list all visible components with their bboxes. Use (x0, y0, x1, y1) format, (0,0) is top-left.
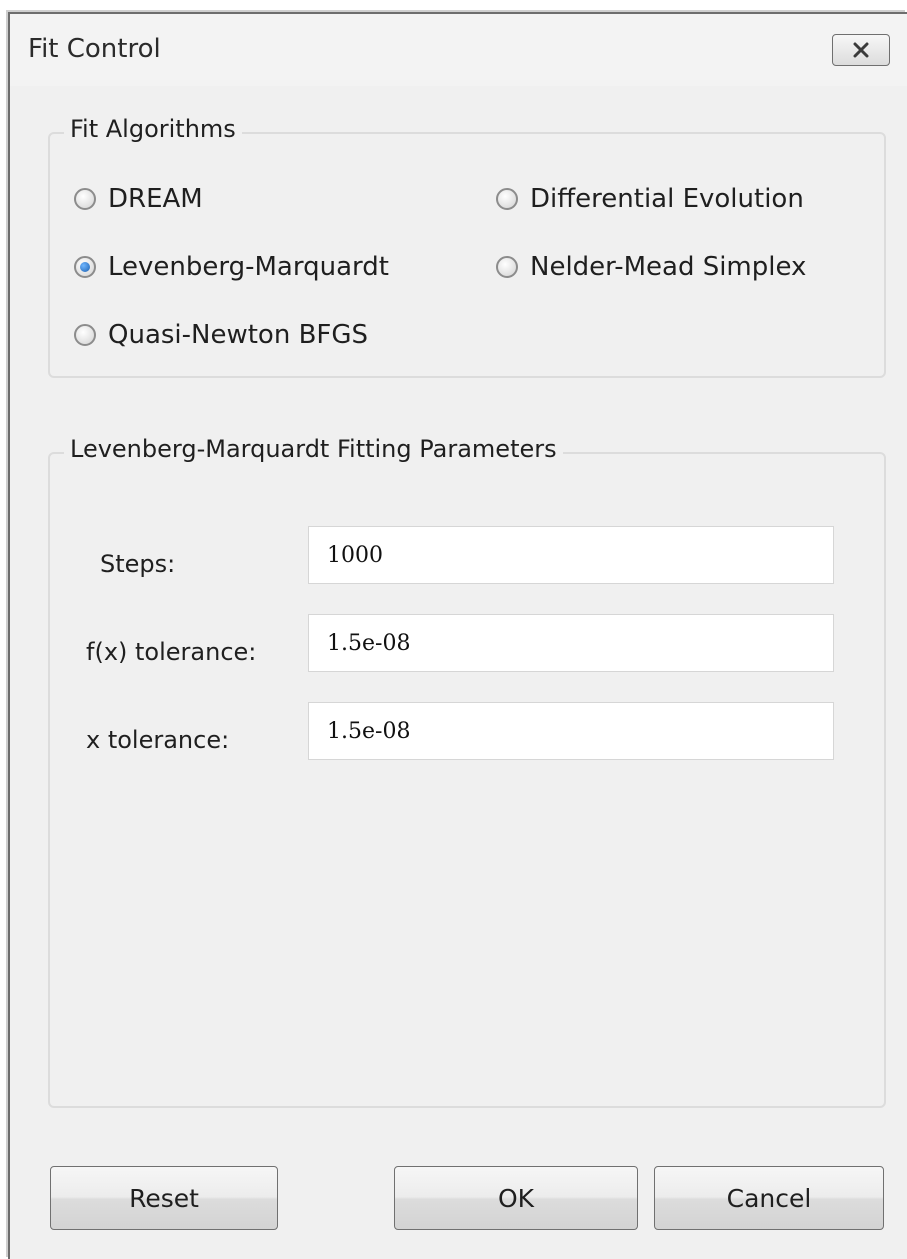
close-icon (851, 42, 871, 58)
x-tolerance-input[interactable] (308, 702, 834, 760)
fit-control-dialog: Fit Control Fit Algorithms DREAM Differe… (8, 12, 907, 1259)
window-title: Fit Control (28, 34, 161, 64)
fx-tolerance-input[interactable] (308, 614, 834, 672)
radio-button-selected[interactable] (74, 256, 96, 278)
fit-algorithms-group: Fit Algorithms DREAM Differential Evolut… (48, 115, 886, 378)
radio-differential-evolution[interactable]: Differential Evolution (496, 184, 804, 214)
fitting-parameters-group: Levenberg-Marquardt Fitting Parameters S… (48, 435, 886, 1108)
radio-label: Differential Evolution (530, 184, 804, 214)
radio-levenberg-marquardt[interactable]: Levenberg-Marquardt (74, 252, 389, 282)
radio-label: DREAM (108, 184, 203, 214)
radio-dream[interactable]: DREAM (74, 184, 203, 214)
radio-button[interactable] (496, 256, 518, 278)
fx-tolerance-label: f(x) tolerance: (86, 638, 257, 666)
radio-button[interactable] (496, 188, 518, 210)
title-bar[interactable]: Fit Control (10, 14, 907, 86)
fitting-parameters-legend: Levenberg-Marquardt Fitting Parameters (64, 435, 563, 463)
steps-label: Steps: (100, 550, 176, 578)
cancel-button[interactable]: Cancel (654, 1166, 884, 1230)
reset-button[interactable]: Reset (50, 1166, 278, 1230)
fit-algorithms-legend: Fit Algorithms (64, 115, 242, 143)
radio-nelder-mead-simplex[interactable]: Nelder-Mead Simplex (496, 252, 806, 282)
radio-button[interactable] (74, 188, 96, 210)
x-tolerance-label: x tolerance: (86, 726, 230, 754)
close-button[interactable] (832, 34, 890, 66)
ok-button[interactable]: OK (394, 1166, 638, 1230)
radio-label: Levenberg-Marquardt (108, 252, 389, 282)
steps-input[interactable] (308, 526, 834, 584)
radio-button[interactable] (74, 324, 96, 346)
radio-label: Quasi-Newton BFGS (108, 320, 369, 350)
radio-label: Nelder-Mead Simplex (530, 252, 807, 282)
radio-quasi-newton-bfgs[interactable]: Quasi-Newton BFGS (74, 320, 368, 350)
